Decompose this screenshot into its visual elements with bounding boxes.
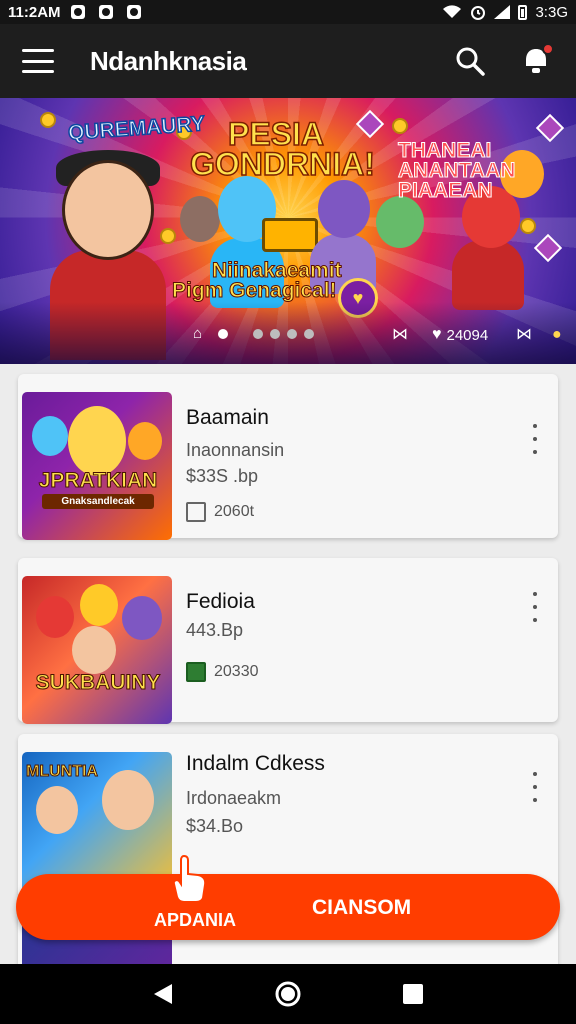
signal-icon [494, 5, 511, 19]
thumbnail-title: JPRATKIAN [38, 469, 158, 492]
product-meta-text: 20330 [214, 663, 259, 680]
thumbnail-character [36, 596, 74, 638]
banner-character [180, 196, 220, 242]
banner-side-text: THANEAI [397, 139, 492, 162]
home-icon[interactable]: ⌂ [193, 325, 202, 342]
banner-headline: GONDRNIA! [189, 146, 375, 182]
shrink-icon[interactable]: ⋈ [392, 324, 408, 344]
thumbnail-title: MLUNTIA [26, 763, 99, 780]
list-item[interactable]: SUKBAUINY Fedioia 443.Bp 20330 [18, 558, 558, 724]
product-title: Indalm Cdkess [186, 752, 325, 775]
thumbnail-character [32, 416, 68, 456]
banner-side-text: PIAAEAN [398, 179, 494, 202]
thumbnail-title: SUKBAUINY [35, 671, 161, 694]
carousel-dot[interactable] [270, 329, 280, 339]
list-item[interactable]: JPRATKIAN Gnaksandlecak Baamain Inaonnan… [18, 374, 558, 540]
product-meta: 20330 [186, 662, 259, 682]
banner-character [62, 160, 154, 260]
banner-character [318, 180, 370, 238]
product-thumbnail: SUKBAUINY [22, 576, 172, 724]
gem-icon [533, 233, 563, 263]
coin-icon [392, 118, 408, 134]
bulb-icon[interactable]: ● [552, 326, 562, 344]
product-title: Fedioia [186, 590, 255, 613]
carousel-indicator[interactable] [218, 329, 314, 339]
thumbnail-character [80, 584, 118, 626]
coin-icon [160, 228, 176, 244]
menu-icon[interactable] [22, 49, 54, 73]
thumbnail-character [102, 770, 154, 830]
product-price: $33S .bp [186, 466, 259, 486]
treasure-chest [262, 218, 318, 252]
banner-side-text: ANANTAAN [397, 159, 516, 182]
game-icon [186, 662, 206, 682]
more-options-icon[interactable] [530, 424, 540, 454]
carousel-dot[interactable] [253, 329, 263, 339]
product-price: $34.Bo [186, 816, 244, 836]
like-count: 24094 [446, 326, 489, 344]
notification-badge [542, 43, 554, 55]
promo-banner[interactable]: QUREMAURY PESIA GONDRNIA! THANEAI ANANTA… [0, 98, 576, 364]
notification-icon [70, 5, 85, 19]
status-battery-text: 3:3G [535, 3, 568, 21]
expand-icon[interactable]: ⋈ [516, 324, 532, 344]
tap-hand-icon [172, 854, 207, 903]
product-subtitle: Inaonnansin [186, 440, 285, 460]
product-thumbnail: JPRATKIAN Gnaksandlecak [22, 392, 172, 540]
action-left-button[interactable]: APDANIA [154, 910, 236, 931]
banner-subheadline: Pigm Genagical! [172, 279, 338, 302]
action-right-button[interactable]: CIANSOM [312, 896, 411, 920]
product-meta-text: 2060t [214, 503, 255, 520]
carousel-dot[interactable] [287, 329, 297, 339]
thumbnail-character [36, 786, 78, 834]
product-price: 443.Bp [186, 620, 244, 640]
thumbnail-character [68, 406, 126, 476]
more-options-icon[interactable] [530, 592, 540, 622]
thumbnail-character [128, 422, 162, 460]
search-icon[interactable] [452, 43, 488, 79]
thumbnail-character [122, 596, 162, 640]
product-title: Baamain [186, 406, 269, 429]
notification-icon [126, 5, 141, 19]
back-icon[interactable] [143, 974, 183, 1014]
home-button-icon[interactable] [268, 974, 308, 1014]
coin-icon [40, 112, 56, 128]
battery-icon [518, 4, 528, 20]
alarm-icon [471, 6, 486, 20]
status-time: 11:2AM [8, 3, 61, 21]
gem-icon [535, 113, 565, 143]
wifi-icon [443, 5, 462, 19]
product-meta: 2060t [186, 502, 254, 522]
recents-icon[interactable] [393, 974, 433, 1014]
system-nav-bar [0, 964, 576, 1024]
thumbnail-character [72, 626, 116, 674]
heart-icon: ♥ [432, 326, 442, 343]
notifications-icon[interactable] [518, 43, 554, 79]
notification-icon [98, 5, 113, 19]
gem-icon [355, 109, 385, 139]
banner-character [452, 240, 524, 310]
carousel-dot[interactable] [218, 329, 228, 339]
like-counter[interactable]: ♥ 24094 [432, 326, 488, 344]
size-icon [186, 502, 206, 522]
action-bar: APDANIA CIANSOM [16, 874, 560, 940]
banner-character [376, 196, 424, 248]
banner-subheadline: Niinakaeamit [212, 259, 343, 282]
coin-icon [520, 218, 536, 234]
app-bar: Ndanhknasia [0, 24, 576, 98]
thumbnail-subtitle: Gnaksandlecak [42, 494, 154, 509]
carousel-dot[interactable] [304, 329, 314, 339]
status-bar: 11:2AM 3:3G [0, 0, 576, 24]
product-subtitle: Irdonaeakm [186, 788, 282, 808]
more-options-icon[interactable] [530, 772, 540, 802]
app-title: Ndanhknasia [90, 45, 247, 76]
